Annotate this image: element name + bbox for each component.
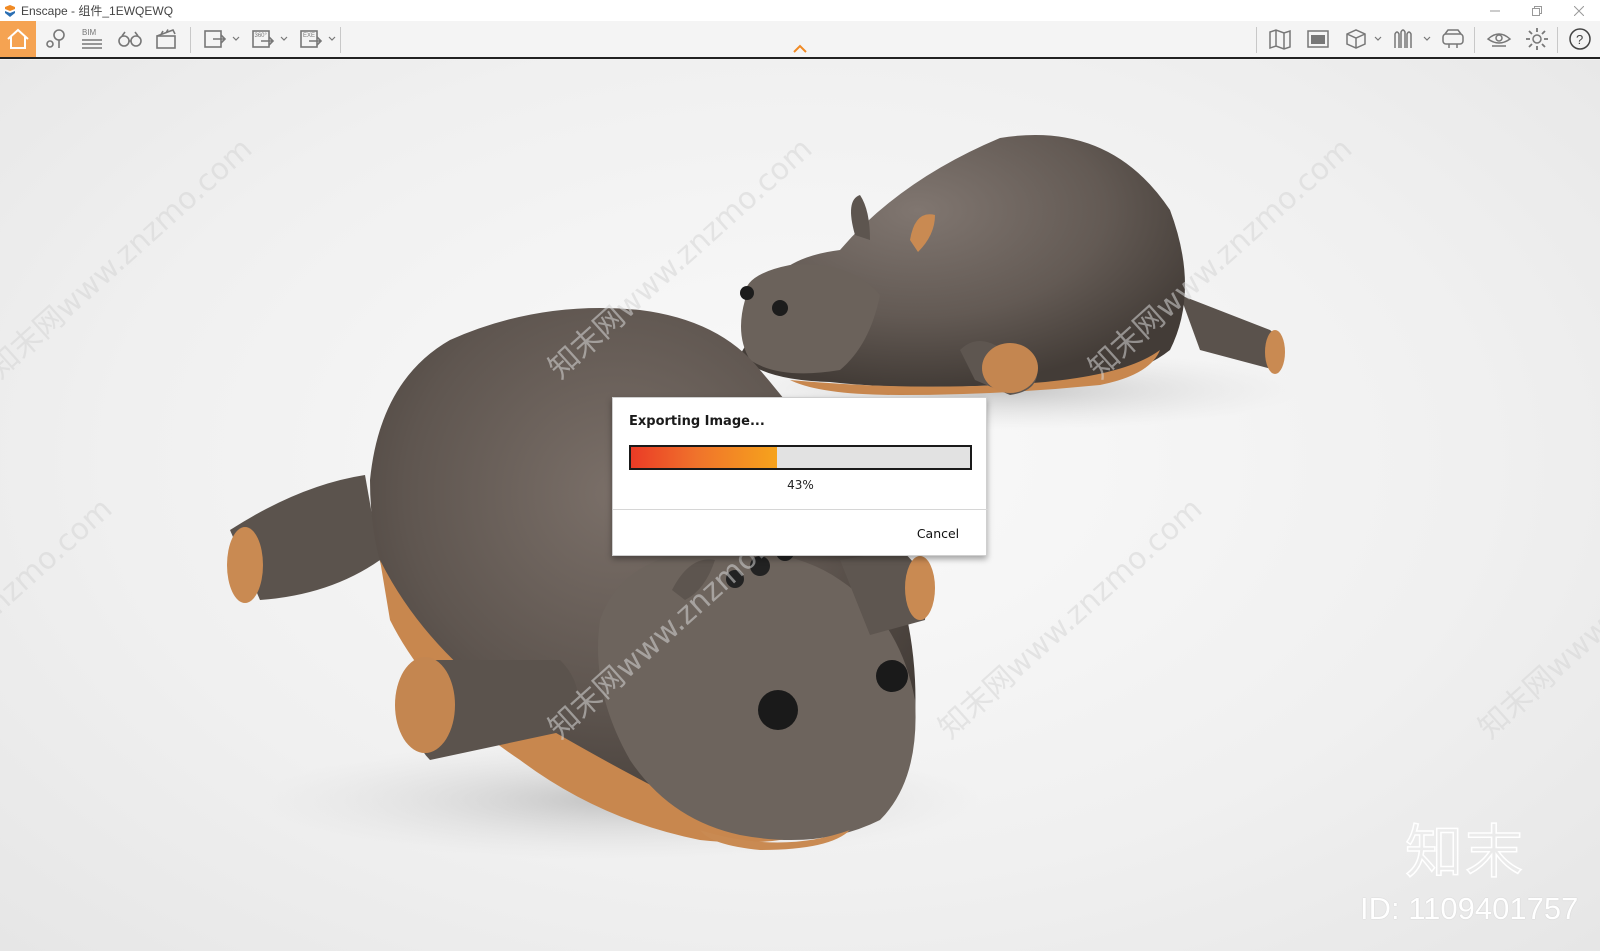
binoculars-button[interactable]: [112, 21, 148, 57]
dialog-divider: [613, 509, 988, 510]
export-progress-dialog: Exporting Image... 43% Cancel: [612, 397, 988, 556]
toolbar-separator: [190, 27, 191, 53]
brand-watermark-logo: 知末: [1404, 818, 1526, 886]
panorama-360-icon: 360°: [252, 30, 275, 48]
restore-button[interactable]: [1516, 0, 1558, 21]
minimize-button[interactable]: [1474, 0, 1516, 21]
svg-text:360°: 360°: [255, 33, 268, 39]
screenshot-button[interactable]: [197, 21, 233, 57]
collapse-toolbar-chevron-up-icon[interactable]: [792, 44, 808, 54]
export-progress-bar: [629, 445, 972, 470]
window-title: Enscape - 组件_1EWQEWQ: [21, 4, 174, 18]
dialog-title: Exporting Image...: [629, 414, 765, 429]
svg-text:?: ?: [1576, 32, 1583, 47]
settings-gear-icon: [1526, 28, 1548, 50]
help-icon: ?: [1569, 28, 1591, 50]
chevron-down-icon: [232, 36, 240, 41]
restore-icon: [1532, 5, 1542, 16]
cube-view-dropdown[interactable]: [1373, 21, 1383, 57]
chevron-down-icon: [280, 36, 288, 41]
cube-view-icon: [1346, 29, 1366, 49]
panorama-dropdown[interactable]: [279, 21, 289, 57]
video-editor-button[interactable]: [148, 21, 184, 57]
progress-fill: [631, 447, 777, 468]
screenshot-dropdown[interactable]: [231, 21, 241, 57]
asset-library-icon: [1394, 29, 1412, 48]
help-button[interactable]: ?: [1562, 21, 1598, 57]
clapperboard-icon: [156, 28, 176, 49]
watermark-text: 知末网www.znzmo.com: [0, 491, 119, 746]
toolbar-separator: [1474, 27, 1475, 53]
watermark-text: 知末网www.znzmo.com: [1472, 491, 1600, 746]
home-button[interactable]: [0, 21, 36, 57]
home-icon: [7, 28, 29, 49]
close-icon: [1574, 5, 1584, 16]
scene-list-icon: [1307, 30, 1329, 48]
toolbar-separator: [1557, 27, 1558, 53]
chevron-down-icon: [1423, 36, 1431, 41]
asset-library-button[interactable]: [1386, 21, 1422, 57]
exe-export-dropdown[interactable]: [327, 21, 337, 57]
settings-button[interactable]: [1519, 21, 1555, 57]
exe-export-icon: EXE: [300, 30, 323, 48]
exe-export-button[interactable]: EXE: [293, 21, 329, 57]
location-pin-icon: [46, 29, 65, 48]
enscape-logo-icon: [5, 4, 15, 17]
close-button[interactable]: [1558, 0, 1600, 21]
map-icon: [1269, 29, 1291, 50]
toolbar-separator: [1256, 27, 1257, 53]
visibility-eye-icon: [1486, 33, 1512, 47]
screenshot-export-icon: [204, 30, 227, 48]
panorama-button[interactable]: 360°: [245, 21, 281, 57]
bim-button[interactable]: BIM: [74, 21, 110, 57]
binoculars-icon: [118, 31, 142, 47]
chevron-down-icon: [328, 36, 336, 41]
progress-percentage: 43%: [787, 478, 814, 492]
title-bar: Enscape - 组件_1EWQEWQ: [0, 0, 1600, 21]
window-controls: [1474, 0, 1600, 21]
map-button[interactable]: [1262, 21, 1298, 57]
cancel-button[interactable]: Cancel: [902, 521, 974, 545]
asset-library-dropdown[interactable]: [1422, 21, 1432, 57]
vr-headset-icon: [1442, 29, 1464, 48]
toolbar-separator: [340, 27, 341, 53]
location-button[interactable]: [38, 21, 74, 57]
chevron-down-icon: [1374, 36, 1382, 41]
svg-text:EXE: EXE: [303, 33, 315, 39]
visibility-button[interactable]: [1481, 21, 1517, 57]
minimize-icon: [1490, 10, 1500, 11]
svg-text:BIM: BIM: [82, 28, 97, 37]
cube-view-button[interactable]: [1338, 21, 1374, 57]
scene-list-button[interactable]: [1300, 21, 1336, 57]
main-toolbar: BIM 360° EXE ?: [0, 21, 1600, 59]
asset-id-label: ID: 1109401757: [1360, 891, 1579, 926]
bim-icon: BIM: [82, 28, 102, 49]
watermark-text: 知末网www.znzmo.com: [0, 131, 259, 386]
vr-button[interactable]: [1435, 21, 1471, 57]
